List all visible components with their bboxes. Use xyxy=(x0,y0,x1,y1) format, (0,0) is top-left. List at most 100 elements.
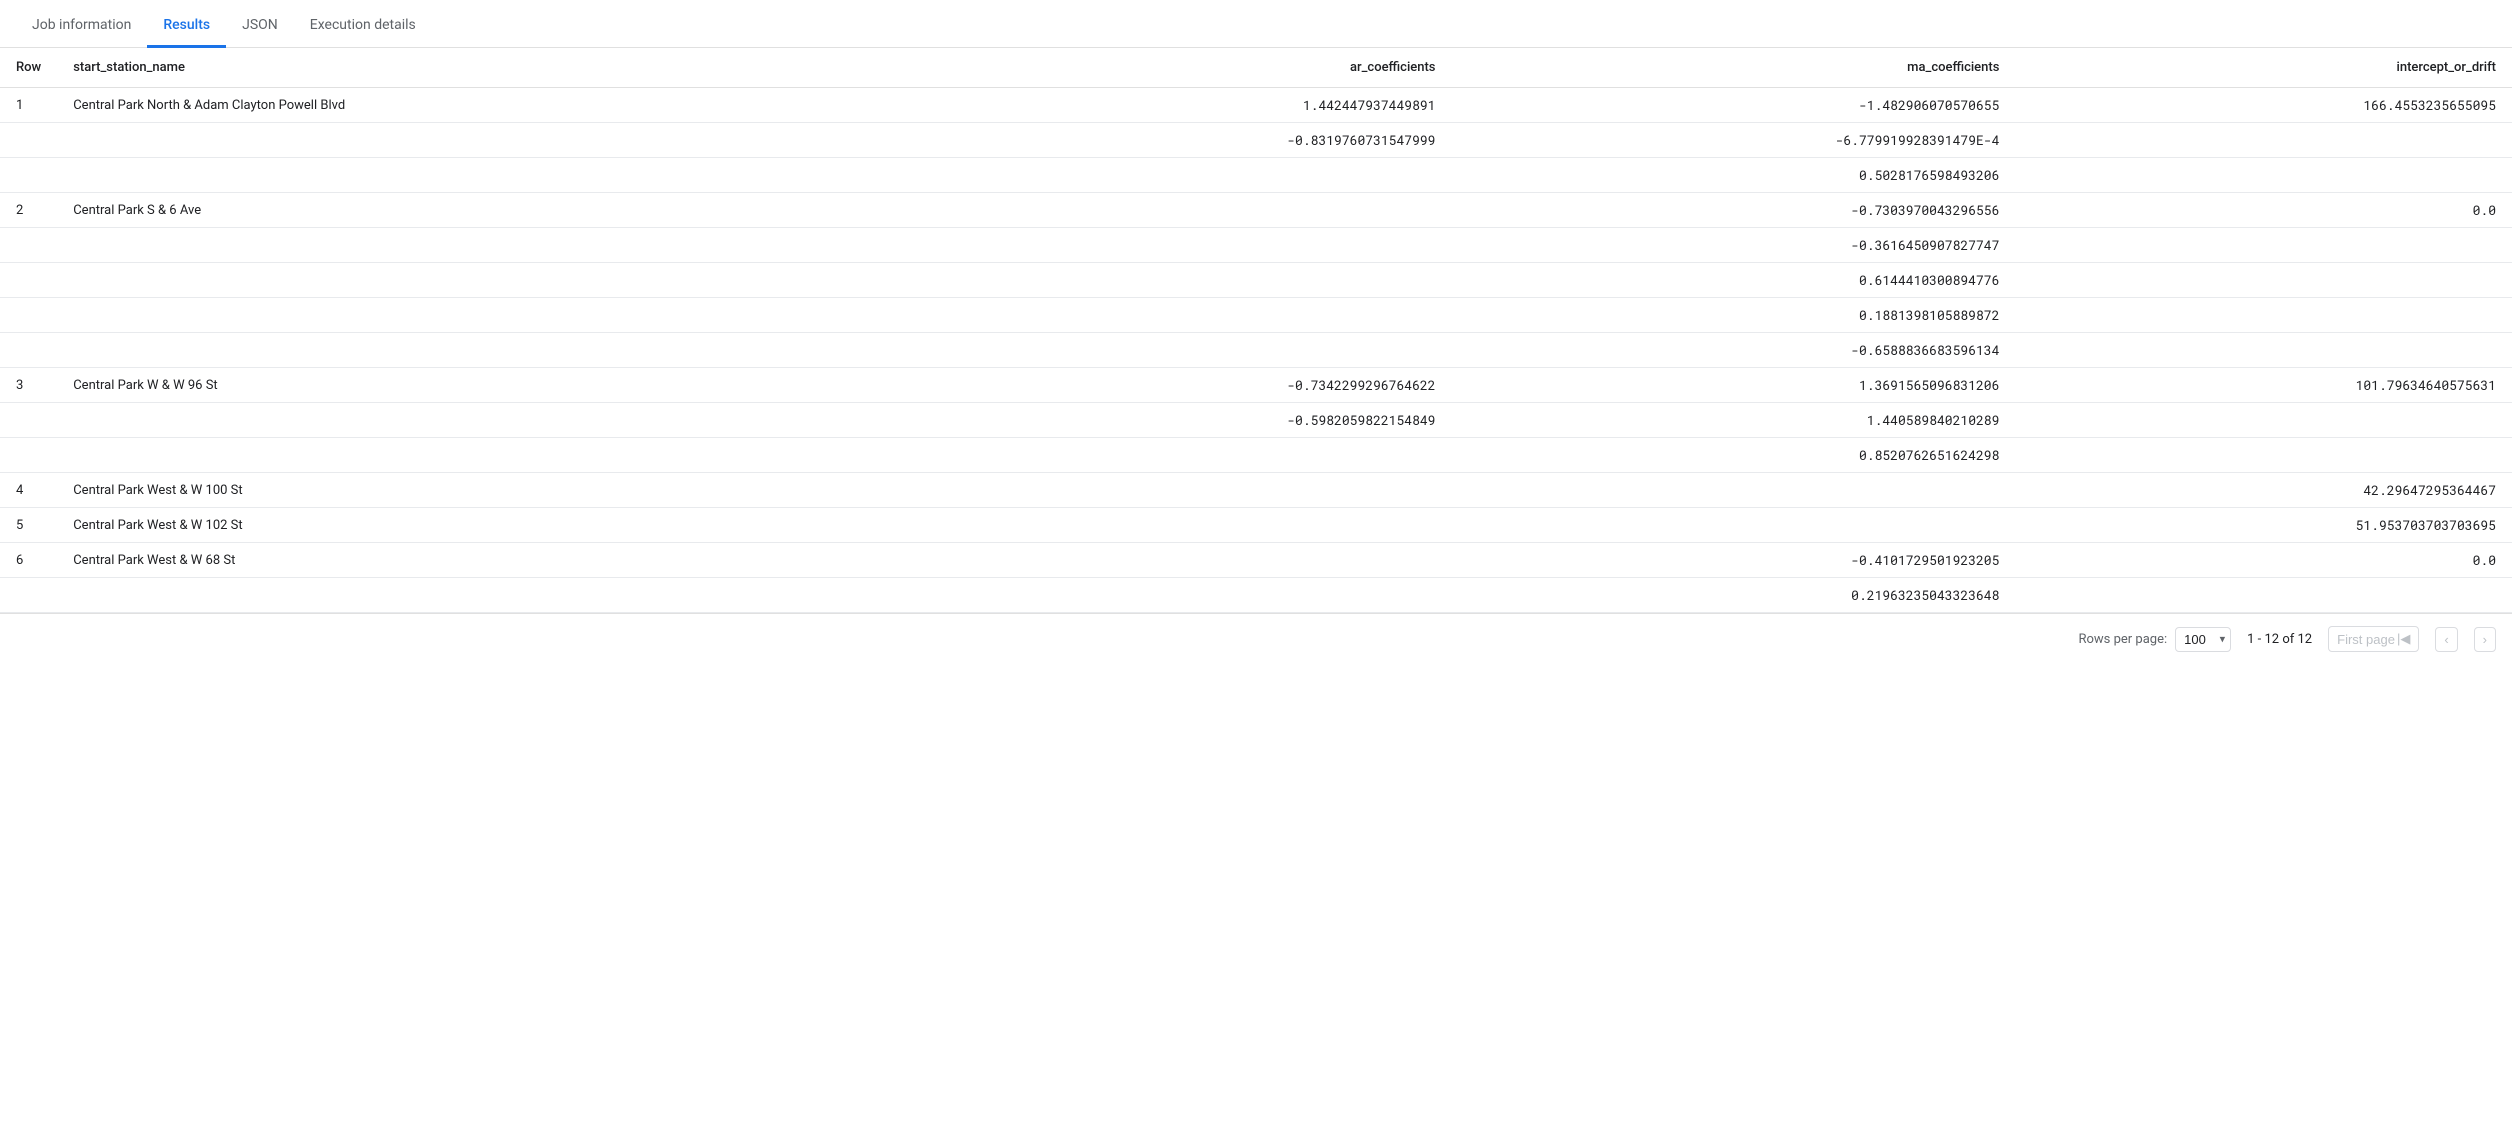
cell-ma-coeff: 0.1881398105889872 xyxy=(1451,298,2015,333)
prev-icon: ‹ xyxy=(2444,632,2448,647)
cell-row-num xyxy=(0,403,57,438)
tab-job-information[interactable]: Job information xyxy=(16,5,147,48)
table-container: Rowstart_station_namear_coefficientsma_c… xyxy=(0,48,2512,613)
cell-ar-coeff: -0.7342299296764622 xyxy=(932,368,1451,403)
table-row: 4Central Park West & W 100 St42.29647295… xyxy=(0,473,2512,508)
tab-execution-details[interactable]: Execution details xyxy=(294,5,432,48)
rows-per-page-label: Rows per page: xyxy=(2078,632,2167,647)
cell-station-name: Central Park North & Adam Clayton Powell… xyxy=(57,88,932,123)
cell-station-name: Central Park West & W 100 St xyxy=(57,473,932,508)
cell-row-num xyxy=(0,298,57,333)
cell-row-num xyxy=(0,438,57,473)
prev-page-button[interactable]: ‹ xyxy=(2435,627,2457,652)
cell-station-name xyxy=(57,403,932,438)
cell-ar-coeff xyxy=(932,543,1451,578)
cell-station-name: Central Park West & W 102 St xyxy=(57,508,932,543)
cell-station-name: Central Park West & W 68 St xyxy=(57,543,932,578)
table-header-row: Rowstart_station_namear_coefficientsma_c… xyxy=(0,48,2512,88)
cell-intercept: 0.0 xyxy=(2015,543,2512,578)
next-icon: › xyxy=(2483,632,2487,647)
cell-ar-coeff: -0.5982059822154849 xyxy=(932,403,1451,438)
cell-row-num xyxy=(0,578,57,613)
rows-per-page-select-wrapper: 102550100 xyxy=(2175,627,2231,652)
cell-ar-coeff xyxy=(932,228,1451,263)
cell-ar-coeff xyxy=(932,193,1451,228)
cell-ar-coeff xyxy=(932,298,1451,333)
footer: Rows per page: 102550100 1 - 12 of 12 Fi… xyxy=(0,613,2512,664)
first-page-label: First page xyxy=(2337,632,2395,647)
cell-row-num: 6 xyxy=(0,543,57,578)
cell-ma-coeff: -6.779919928391479E-4 xyxy=(1451,123,2015,158)
table-row: 6Central Park West & W 68 St -0.410172950… xyxy=(0,543,2512,578)
cell-row-num: 3 xyxy=(0,368,57,403)
cell-ma-coeff: -0.4101729501923205 xyxy=(1451,543,2015,578)
tab-results[interactable]: Results xyxy=(147,5,226,48)
cell-ma-coeff: -0.3616450907827747 xyxy=(1451,228,2015,263)
cell-station-name xyxy=(57,158,932,193)
table-row: -0.3616450907827747 xyxy=(0,228,2512,263)
table-row: 5Central Park West & W 102 St51.95370370… xyxy=(0,508,2512,543)
results-table: Rowstart_station_namear_coefficientsma_c… xyxy=(0,48,2512,613)
first-page-button[interactable]: First page |◀ xyxy=(2328,626,2419,652)
col-header-row: Row xyxy=(0,48,57,88)
table-row: 0.21963235043323648 xyxy=(0,578,2512,613)
cell-intercept xyxy=(2015,123,2512,158)
cell-station-name xyxy=(57,263,932,298)
cell-ar-coeff: -0.8319760731547999 xyxy=(932,123,1451,158)
table-row: -0.6588836683596134 xyxy=(0,333,2512,368)
table-row: 0.6144410300894776 xyxy=(0,263,2512,298)
col-header-ar_coefficients: ar_coefficients xyxy=(932,48,1451,88)
page-info: 1 - 12 of 12 xyxy=(2247,632,2312,647)
cell-intercept xyxy=(2015,403,2512,438)
cell-ar-coeff xyxy=(932,333,1451,368)
cell-ar-coeff xyxy=(932,263,1451,298)
cell-station-name xyxy=(57,333,932,368)
cell-station-name xyxy=(57,123,932,158)
cell-station-name: Central Park W & W 96 St xyxy=(57,368,932,403)
cell-intercept: 0.0 xyxy=(2015,193,2512,228)
first-page-icon: |◀ xyxy=(2397,631,2410,647)
cell-ar-coeff xyxy=(932,473,1451,508)
cell-ma-coeff: 1.440589840210289 xyxy=(1451,403,2015,438)
cell-ma-coeff: 0.8520762651624298 xyxy=(1451,438,2015,473)
cell-intercept: 101.79634640575631 xyxy=(2015,368,2512,403)
cell-intercept xyxy=(2015,158,2512,193)
cell-ma-coeff xyxy=(1451,473,2015,508)
col-header-start_station_name: start_station_name xyxy=(57,48,932,88)
cell-ma-coeff: 0.21963235043323648 xyxy=(1451,578,2015,613)
col-header-ma_coefficients: ma_coefficients xyxy=(1451,48,2015,88)
rows-per-page-container: Rows per page: 102550100 xyxy=(2078,627,2231,652)
table-row: 0.8520762651624298 xyxy=(0,438,2512,473)
cell-intercept: 166.4553235655095 xyxy=(2015,88,2512,123)
cell-ma-coeff: 0.5028176598493206 xyxy=(1451,158,2015,193)
cell-intercept xyxy=(2015,263,2512,298)
rows-per-page-select[interactable]: 102550100 xyxy=(2175,627,2231,652)
cell-intercept xyxy=(2015,298,2512,333)
cell-ma-coeff xyxy=(1451,508,2015,543)
cell-ma-coeff: -1.482906070570655 xyxy=(1451,88,2015,123)
table-row: -0.59820598221548491.440589840210289 xyxy=(0,403,2512,438)
tabs-container: Job informationResultsJSONExecution deta… xyxy=(0,0,2512,48)
cell-row-num xyxy=(0,158,57,193)
tab-json[interactable]: JSON xyxy=(226,5,294,48)
cell-station-name xyxy=(57,578,932,613)
next-page-button[interactable]: › xyxy=(2474,627,2496,652)
table-row: 0.1881398105889872 xyxy=(0,298,2512,333)
cell-station-name xyxy=(57,298,932,333)
cell-intercept xyxy=(2015,333,2512,368)
cell-ma-coeff: -0.7303970043296556 xyxy=(1451,193,2015,228)
cell-row-num xyxy=(0,228,57,263)
cell-intercept xyxy=(2015,438,2512,473)
cell-intercept xyxy=(2015,228,2512,263)
cell-ma-coeff: 1.3691565096831206 xyxy=(1451,368,2015,403)
cell-row-num: 1 xyxy=(0,88,57,123)
cell-station-name xyxy=(57,438,932,473)
table-row: 3Central Park W & W 96 St-0.734229929676… xyxy=(0,368,2512,403)
cell-row-num xyxy=(0,263,57,298)
cell-row-num: 4 xyxy=(0,473,57,508)
cell-ar-coeff xyxy=(932,508,1451,543)
table-row: 1Central Park North & Adam Clayton Powel… xyxy=(0,88,2512,123)
cell-row-num: 5 xyxy=(0,508,57,543)
cell-ar-coeff xyxy=(932,158,1451,193)
table-row: 2Central Park S & 6 Ave-0.73039700432965… xyxy=(0,193,2512,228)
